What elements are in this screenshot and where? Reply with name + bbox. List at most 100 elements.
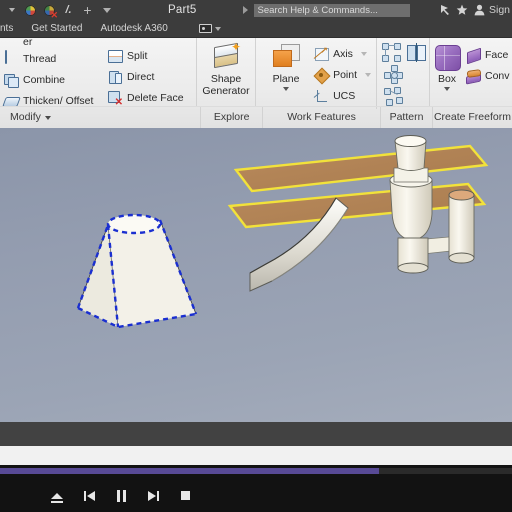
screencast-icon[interactable] — [437, 0, 454, 20]
axis-label: Axis — [333, 47, 353, 60]
box-label: Box — [437, 73, 457, 85]
work-axis-icon: ↗ — [313, 45, 330, 62]
panel-pattern — [376, 38, 429, 109]
sketch-driven-pattern-icon[interactable] — [381, 85, 406, 107]
clear-appearance-icon[interactable]: ✕ — [42, 2, 58, 20]
stop-icon — [180, 491, 190, 500]
thread-icon — [3, 49, 19, 67]
panel-create-freeform: Box Face Conv — [429, 38, 512, 106]
stop-button[interactable] — [169, 479, 201, 512]
titlebar-right-group: Sign — [437, 0, 512, 20]
circular-pattern-icon[interactable] — [381, 63, 406, 85]
progress-track[interactable] — [0, 468, 512, 474]
direct-button[interactable]: Direct — [104, 66, 196, 87]
plane-label: Plane — [272, 73, 300, 85]
box-dropdown-caret-icon[interactable] — [444, 86, 450, 91]
thread-button[interactable]: Thread — [0, 48, 104, 69]
3d-modeling-viewport[interactable] — [0, 128, 512, 422]
ucs-icon — [313, 88, 329, 104]
satellite-leg-right — [448, 194, 475, 262]
ucs-button[interactable]: UCS — [310, 85, 376, 106]
quick-access-toolbar: ✕ /. + — [0, 0, 116, 20]
sign-in-label[interactable]: Sign — [489, 4, 510, 16]
tab-autodesk-a360[interactable]: Autodesk A360 — [91, 20, 176, 37]
rectangular-pattern-icon[interactable] — [379, 41, 404, 63]
quick-access-dropdown-icon[interactable] — [4, 2, 19, 18]
satellite-body-cylinder — [389, 179, 433, 241]
ucs-label: UCS — [333, 89, 356, 102]
tab-get-started[interactable]: Get Started — [22, 20, 91, 37]
freeform-face-icon — [465, 47, 481, 64]
panel-explore: ✦ Shape Generator — [196, 38, 255, 106]
panel-label-create-freeform[interactable]: Create Freeform — [433, 107, 512, 128]
modify-column-2: Split Direct ✕ Delete Face — [104, 38, 196, 108]
panel-label-explore[interactable]: Explore — [201, 107, 263, 128]
next-track-icon — [147, 490, 159, 501]
favorites-star-icon[interactable] — [454, 0, 471, 20]
work-features-column: ↗ Axis Point UCS — [310, 38, 376, 106]
ribbon-panels: er Thread Combine Thicken/ Offset Split … — [0, 36, 512, 109]
delete-face-label: Delete Face — [127, 91, 184, 104]
eject-icon — [51, 492, 63, 503]
modify-panel-caret-icon[interactable] — [44, 115, 51, 120]
panel-work-features: Plane ↗ Axis Point UCS — [255, 38, 376, 106]
face-button[interactable]: Face — [462, 44, 512, 65]
pause-icon — [116, 489, 126, 502]
search-placeholder-text: Search Help & Commands... — [257, 4, 378, 16]
viewport-scene — [76, 135, 489, 329]
status-bar-dark — [0, 422, 512, 446]
panel-label-modify-text: Modify — [10, 111, 41, 123]
search-input[interactable]: Search Help & Commands... — [253, 3, 410, 17]
convert-label: Conv — [485, 69, 510, 82]
box-button[interactable]: Box — [432, 38, 462, 110]
previous-track-icon — [83, 490, 95, 501]
split-button[interactable]: Split — [104, 45, 196, 66]
point-button[interactable]: Point — [310, 64, 376, 85]
search-expand-arrow-icon[interactable] — [242, 6, 248, 14]
next-button[interactable] — [137, 479, 169, 512]
delete-face-icon: ✕ — [107, 90, 123, 107]
appearance-icon[interactable] — [23, 2, 38, 18]
axis-button[interactable]: ↗ Axis — [310, 43, 376, 64]
axis-dropdown-caret-icon[interactable] — [360, 51, 367, 56]
screencast-record-icon[interactable] — [198, 24, 221, 33]
combine-label: Combine — [23, 73, 66, 86]
inventor-window: ✕ /. + Part5 Search Help & Commands... S… — [0, 0, 512, 512]
point-dropdown-caret-icon[interactable] — [365, 72, 371, 77]
modify-column-1: er Thread Combine Thicken/ Offset — [0, 36, 104, 111]
point-label: Point — [333, 68, 357, 81]
split-label: Split — [127, 49, 148, 62]
work-plane-icon — [271, 42, 301, 72]
combine-button[interactable]: Combine — [0, 69, 104, 90]
add-icon[interactable]: + — [80, 2, 95, 18]
format-painter-icon[interactable]: /. — [61, 2, 76, 18]
combine-icon — [3, 72, 19, 88]
delete-face-button[interactable]: ✕ Delete Face — [104, 87, 196, 108]
panel-label-work-features[interactable]: Work Features — [263, 107, 382, 128]
shell-button[interactable]: er — [0, 36, 104, 48]
direct-label: Direct — [127, 70, 155, 83]
thicken-offset-label: Thicken/ Offset — [23, 94, 94, 107]
mirror-icon[interactable] — [404, 41, 429, 63]
pause-button[interactable] — [105, 479, 137, 512]
convert-button[interactable]: Conv — [462, 65, 512, 86]
shape-generator-label-line1: Shape — [210, 73, 242, 85]
panel-label-pattern[interactable]: Pattern — [381, 107, 433, 128]
plane-dropdown-caret-icon[interactable] — [283, 86, 290, 91]
panel-modify: er Thread Combine Thicken/ Offset Split … — [0, 36, 196, 108]
player-button-group — [0, 479, 512, 512]
shape-generator-label-line2: Generator — [202, 84, 250, 97]
shape-generator-button[interactable]: ✦ Shape Generator — [197, 38, 255, 110]
satellite-panel-lower[interactable] — [227, 182, 487, 229]
plane-button[interactable]: Plane — [262, 38, 310, 110]
previous-button[interactable] — [73, 479, 105, 512]
user-account-icon[interactable] — [471, 0, 488, 20]
eject-button[interactable] — [41, 479, 73, 512]
satellite-panel-upper[interactable] — [233, 144, 489, 193]
cone-frustum-solid[interactable] — [76, 213, 198, 329]
thread-label: Thread — [23, 52, 57, 65]
panel-label-modify[interactable]: Modify — [0, 107, 202, 128]
freeform-column: Face Conv — [462, 38, 512, 86]
freeform-convert-icon — [465, 68, 482, 85]
customize-qat-icon[interactable] — [99, 2, 114, 18]
